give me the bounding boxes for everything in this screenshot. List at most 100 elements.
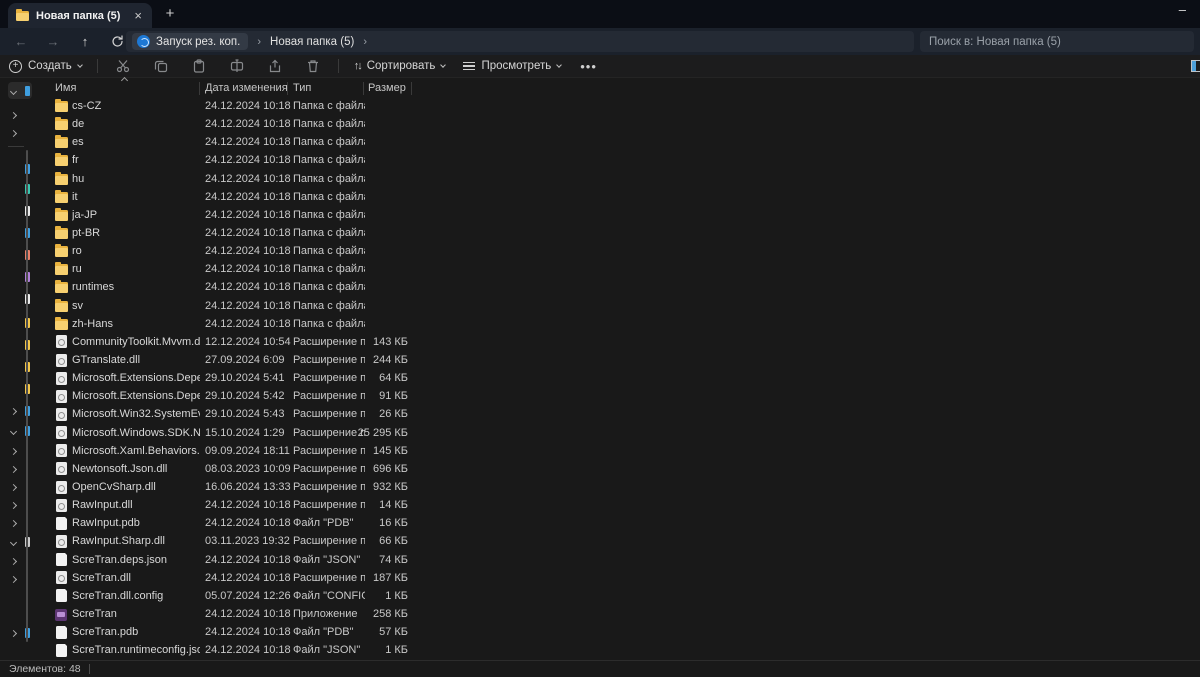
table-row[interactable]: ScreTran.pdb 24.12.2024 10:18 Файл "PDB"…: [32, 623, 1200, 641]
table-row[interactable]: zh-Hans 24.12.2024 10:18 Папка с файлами: [32, 315, 1200, 333]
chevron-right-icon[interactable]: [9, 557, 18, 565]
up-button[interactable]: ↑: [74, 31, 96, 53]
table-row[interactable]: Microsoft.Extensions.DependencyInjectio.…: [32, 387, 1200, 405]
table-row[interactable]: Microsoft.Xaml.Behaviors.dll 09.09.2024 …: [32, 442, 1200, 460]
nav-tree-item[interactable]: [6, 82, 32, 99]
nav-tree-item[interactable]: [6, 626, 30, 640]
table-row[interactable]: CommunityToolkit.Mvvm.dll 12.12.2024 10:…: [32, 333, 1200, 351]
table-row[interactable]: Microsoft.Windows.SDK.NET.dll 15.10.2024…: [32, 424, 1200, 442]
nav-tree-item[interactable]: [6, 554, 26, 568]
breadcrumb-root[interactable]: Запуск рез. коп.: [132, 33, 249, 50]
explorer-tab[interactable]: Новая папка (5) ×: [8, 3, 152, 28]
column-header-type[interactable]: Тип: [293, 82, 311, 94]
nav-tree-item[interactable]: [6, 516, 26, 530]
table-row[interactable]: OpenCvSharp.dll 16.06.2024 13:33 Расшире…: [32, 478, 1200, 496]
nav-tree-item[interactable]: [6, 480, 26, 494]
table-row[interactable]: fr 24.12.2024 10:18 Папка с файлами: [32, 151, 1200, 169]
delete-button[interactable]: [294, 55, 332, 78]
nav-tree-item[interactable]: [6, 424, 30, 438]
sort-button[interactable]: ↑↓ Сортировать: [345, 55, 455, 78]
details-pane-icon[interactable]: [1191, 60, 1200, 72]
chevron-right-icon[interactable]: [9, 111, 18, 119]
nav-tree-item[interactable]: [6, 535, 30, 549]
nav-tree-item[interactable]: [6, 270, 30, 284]
tab-close-icon[interactable]: ×: [132, 9, 144, 22]
chevron-right-icon[interactable]: [9, 483, 18, 491]
share-button[interactable]: [256, 55, 294, 78]
table-row[interactable]: RawInput.pdb 24.12.2024 10:18 Файл "PDB"…: [32, 514, 1200, 532]
rename-button[interactable]: [218, 55, 256, 78]
nav-tree-item[interactable]: [6, 572, 26, 586]
table-row[interactable]: RawInput.dll 24.12.2024 10:18 Расширение…: [32, 496, 1200, 514]
table-row[interactable]: ScreTran 24.12.2024 10:18 Приложение 258…: [32, 605, 1200, 623]
chevron-down-icon[interactable]: [9, 538, 18, 546]
table-row[interactable]: Microsoft.Win32.SystemEvents.dll 29.10.2…: [32, 405, 1200, 423]
nav-tree-item[interactable]: [6, 108, 26, 122]
minimize-button[interactable]: –: [1179, 2, 1186, 17]
nav-tree-item[interactable]: [6, 404, 30, 418]
forward-button[interactable]: →: [42, 31, 64, 53]
table-row[interactable]: sv 24.12.2024 10:18 Папка с файлами: [32, 297, 1200, 315]
breadcrumb-current[interactable]: Новая папка (5): [270, 36, 354, 48]
chevron-down-icon[interactable]: [9, 427, 18, 435]
nav-tree-item[interactable]: [6, 462, 26, 476]
nav-tree-item[interactable]: [6, 316, 30, 330]
table-row[interactable]: hu 24.12.2024 10:18 Папка с файлами: [32, 170, 1200, 188]
nav-tree-item[interactable]: [6, 338, 30, 352]
table-row[interactable]: ScreTran.deps.json 24.12.2024 10:18 Файл…: [32, 551, 1200, 569]
breadcrumb[interactable]: Запуск рез. коп. › Новая папка (5) ›: [126, 31, 914, 52]
table-row[interactable]: it 24.12.2024 10:18 Папка с файлами: [32, 188, 1200, 206]
chevron-right-icon[interactable]: [9, 129, 18, 137]
more-options-button[interactable]: •••: [570, 59, 607, 74]
copy-button[interactable]: [142, 55, 180, 78]
table-row[interactable]: RawInput.Sharp.dll 03.11.2023 19:32 Расш…: [32, 532, 1200, 550]
chevron-right-icon[interactable]: [9, 447, 18, 455]
table-row[interactable]: es 24.12.2024 10:18 Папка с файлами: [32, 133, 1200, 151]
table-row[interactable]: ScreTran.dll.config 05.07.2024 12:26 Фай…: [32, 587, 1200, 605]
back-button[interactable]: ←: [10, 31, 32, 53]
chevron-right-icon[interactable]: [9, 407, 18, 415]
new-button[interactable]: + Создать: [0, 55, 91, 78]
search-input[interactable]: Поиск в: Новая папка (5): [920, 31, 1194, 52]
chevron-right-icon[interactable]: ›: [250, 36, 268, 48]
table-row[interactable]: cs-CZ 24.12.2024 10:18 Папка с файлами: [32, 97, 1200, 115]
nav-tree-item[interactable]: [6, 382, 30, 396]
column-header-name[interactable]: Имя: [55, 82, 76, 94]
nav-tree-item[interactable]: [6, 162, 30, 176]
table-row[interactable]: ScreTran.runtimeconfig.json 24.12.2024 1…: [32, 641, 1200, 659]
table-row[interactable]: de 24.12.2024 10:18 Папка с файлами: [32, 115, 1200, 133]
chevron-right-icon[interactable]: [9, 465, 18, 473]
chevron-right-icon[interactable]: [9, 629, 18, 637]
chevron-right-icon[interactable]: [9, 575, 18, 583]
refresh-button[interactable]: [106, 31, 128, 53]
column-header-date[interactable]: Дата изменения: [205, 82, 288, 94]
file-size: 57 КБ: [379, 626, 408, 639]
table-row[interactable]: pt-BR 24.12.2024 10:18 Папка с файлами: [32, 224, 1200, 242]
nav-tree-item[interactable]: [6, 126, 26, 140]
table-row[interactable]: ru 24.12.2024 10:18 Папка с файлами: [32, 260, 1200, 278]
chevron-right-icon[interactable]: [9, 519, 18, 527]
cut-button[interactable]: [104, 55, 142, 78]
table-row[interactable]: Microsoft.Extensions.DependencyInjectio.…: [32, 369, 1200, 387]
table-row[interactable]: ScreTran.dll 24.12.2024 10:18 Расширение…: [32, 569, 1200, 587]
table-row[interactable]: runtimes 24.12.2024 10:18 Папка с файлам…: [32, 278, 1200, 296]
nav-tree-item[interactable]: [6, 204, 30, 218]
column-header-size[interactable]: Размер: [368, 82, 406, 94]
nav-scrollbar[interactable]: [26, 150, 28, 642]
nav-tree-item[interactable]: [6, 360, 30, 374]
chevron-right-icon[interactable]: [9, 501, 18, 509]
nav-tree-item[interactable]: [6, 248, 30, 262]
view-button[interactable]: Просмотреть: [454, 55, 570, 78]
nav-tree-item[interactable]: [6, 226, 30, 240]
nav-tree-item[interactable]: [6, 292, 30, 306]
table-row[interactable]: ja-JP 24.12.2024 10:18 Папка с файлами: [32, 206, 1200, 224]
chevron-right-icon[interactable]: ›: [356, 36, 374, 48]
new-tab-button[interactable]: +: [160, 5, 180, 22]
table-row[interactable]: Newtonsoft.Json.dll 08.03.2023 10:09 Рас…: [32, 460, 1200, 478]
nav-tree-item[interactable]: [6, 498, 26, 512]
table-row[interactable]: ro 24.12.2024 10:18 Папка с файлами: [32, 242, 1200, 260]
table-row[interactable]: GTranslate.dll 27.09.2024 6:09 Расширени…: [32, 351, 1200, 369]
nav-tree-item[interactable]: [6, 182, 30, 196]
nav-tree-item[interactable]: [6, 444, 26, 458]
paste-button[interactable]: [180, 55, 218, 78]
